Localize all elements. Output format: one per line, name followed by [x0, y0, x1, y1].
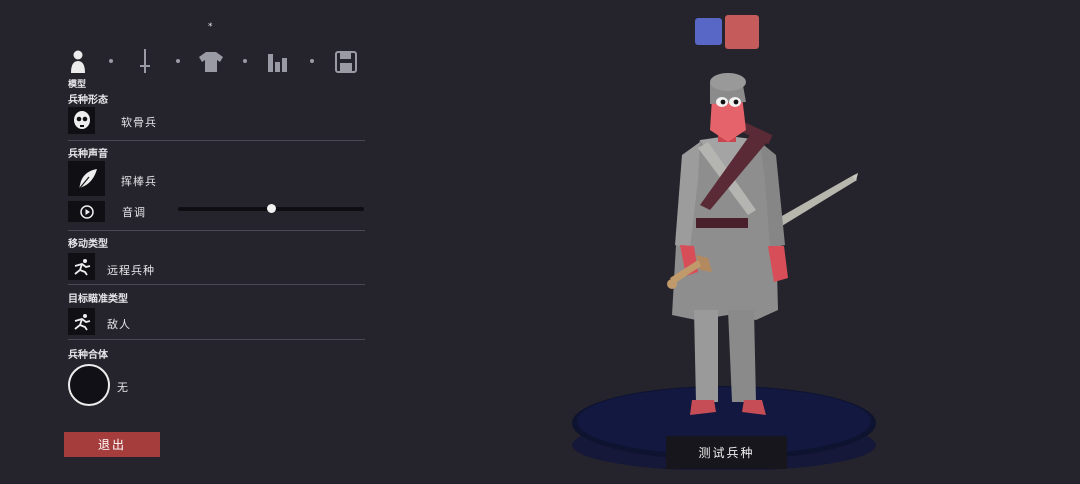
shirt-icon[interactable] — [197, 48, 225, 76]
save-icon[interactable] — [332, 48, 360, 76]
targeting-value: 敌人 — [107, 318, 131, 331]
pitch-label: 音调 — [122, 206, 146, 219]
bar-chart-icon[interactable] — [264, 48, 292, 76]
merge-unit-slot[interactable] — [68, 364, 110, 406]
tab-separator-dot — [243, 59, 247, 63]
play-icon[interactable] — [68, 201, 105, 222]
divider — [68, 140, 365, 141]
section-title-targeting: 目标瞄准类型 — [68, 294, 128, 305]
section-title-form: 兵种形态 — [68, 95, 108, 106]
movement-value: 远程兵种 — [107, 264, 155, 277]
exit-button[interactable]: 退出 — [64, 432, 160, 457]
sword-icon[interactable] — [131, 48, 159, 76]
tab-separator-dot — [109, 59, 113, 63]
skull-face-icon[interactable] — [68, 107, 95, 134]
divider — [68, 284, 365, 285]
person-icon[interactable] — [64, 48, 92, 76]
form-value: 软骨兵 — [121, 116, 157, 129]
unit-preview — [572, 73, 876, 470]
pitch-slider[interactable] — [178, 204, 364, 213]
team-red-swatch[interactable] — [725, 15, 759, 49]
tab-separator-dot — [176, 59, 180, 63]
divider — [68, 230, 365, 231]
pitch-slider-handle[interactable] — [267, 204, 276, 213]
tab-label-model: 模型 — [68, 80, 87, 90]
section-title-movement: 移动类型 — [68, 239, 108, 250]
voice-value: 挥棒兵 — [121, 175, 157, 188]
feather-icon[interactable] — [68, 161, 105, 196]
running-figure-icon[interactable] — [68, 253, 95, 280]
test-unit-button[interactable]: 测试兵种 — [666, 436, 787, 469]
team-blue-swatch[interactable] — [695, 18, 722, 45]
running-figure-icon[interactable] — [68, 308, 95, 335]
selected-tab-marker: * — [208, 22, 213, 32]
merge-value: 无 — [117, 381, 129, 394]
section-title-voice: 兵种声音 — [68, 149, 108, 160]
tab-separator-dot — [310, 59, 314, 63]
divider — [68, 339, 365, 340]
section-title-merge: 兵种合体 — [68, 350, 108, 361]
